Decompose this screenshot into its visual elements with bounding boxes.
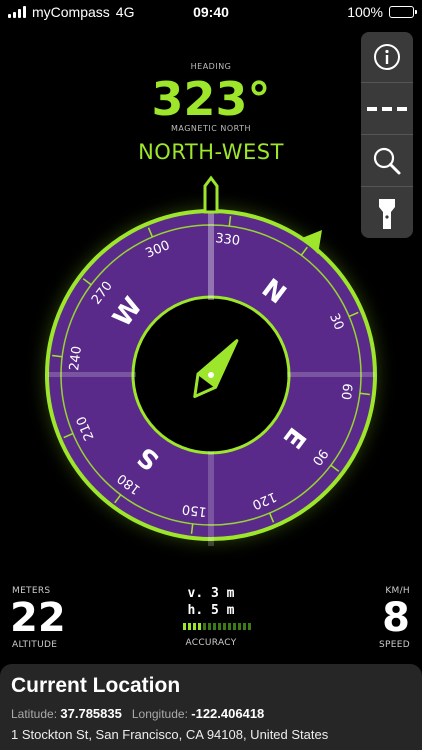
degree-label: 240 xyxy=(67,345,85,371)
accuracy-label: ACCURACY xyxy=(185,638,237,648)
battery-percent: 100% xyxy=(347,4,383,20)
speed-value: 8 xyxy=(382,595,410,641)
info-icon xyxy=(374,44,400,70)
accuracy-segment xyxy=(218,623,221,630)
accuracy-segment xyxy=(238,623,241,630)
accuracy-segment xyxy=(233,623,236,630)
location-title: Current Location xyxy=(11,674,181,697)
location-address: 1 Stockton St, San Francisco, CA 94108, … xyxy=(11,727,329,742)
accuracy-segment xyxy=(208,623,211,630)
accuracy-segment xyxy=(203,623,206,630)
location-coords: Latitude: 37.785835 Longitude: -122.4064… xyxy=(11,706,411,721)
latitude-value: 37.785835 xyxy=(60,706,122,721)
accuracy-segment xyxy=(183,623,186,630)
latitude-label: Latitude: xyxy=(11,707,58,721)
longitude-label: Longitude: xyxy=(131,707,188,721)
accuracy-bar xyxy=(183,623,251,630)
status-right: 100% xyxy=(347,4,417,20)
heading-reference: MAGNETIC NORTH xyxy=(170,124,251,133)
speed-label: SPEED xyxy=(379,640,410,650)
dash-icon xyxy=(367,107,407,111)
compass-dial[interactable]: 306090120150180210240270300 330NESW xyxy=(0,170,422,580)
accuracy-segment xyxy=(248,623,251,630)
altitude-value: 22 xyxy=(10,595,66,641)
heading-value: 323° xyxy=(151,72,271,126)
accuracy-horizontal: h. 5 m xyxy=(187,603,235,618)
mode-button[interactable] xyxy=(361,84,413,135)
accuracy-segment xyxy=(188,623,191,630)
status-bar: myCompass 4G 09:40 100% xyxy=(0,0,422,26)
accuracy-vertical: v. 3 m xyxy=(187,586,235,601)
battery-icon xyxy=(389,6,417,18)
heading-marker xyxy=(203,175,219,214)
accuracy-segment xyxy=(213,623,216,630)
altitude-label: ALTITUDE xyxy=(12,640,58,650)
accuracy-segment xyxy=(193,623,196,630)
accuracy-segment xyxy=(243,623,246,630)
accuracy-segment xyxy=(198,623,201,630)
longitude-value: -122.406418 xyxy=(191,706,265,721)
heading-label: HEADING xyxy=(190,62,232,71)
accuracy-segment xyxy=(223,623,226,630)
degree-label: 330 xyxy=(214,231,240,249)
info-button[interactable] xyxy=(361,32,413,83)
degree-label: 150 xyxy=(181,501,207,519)
heading-direction: NORTH-WEST xyxy=(138,140,284,164)
accuracy-segment xyxy=(228,623,231,630)
degree-label: 60 xyxy=(338,382,355,400)
current-location-panel[interactable]: Current Location Latitude: 37.785835 Lon… xyxy=(0,664,422,750)
